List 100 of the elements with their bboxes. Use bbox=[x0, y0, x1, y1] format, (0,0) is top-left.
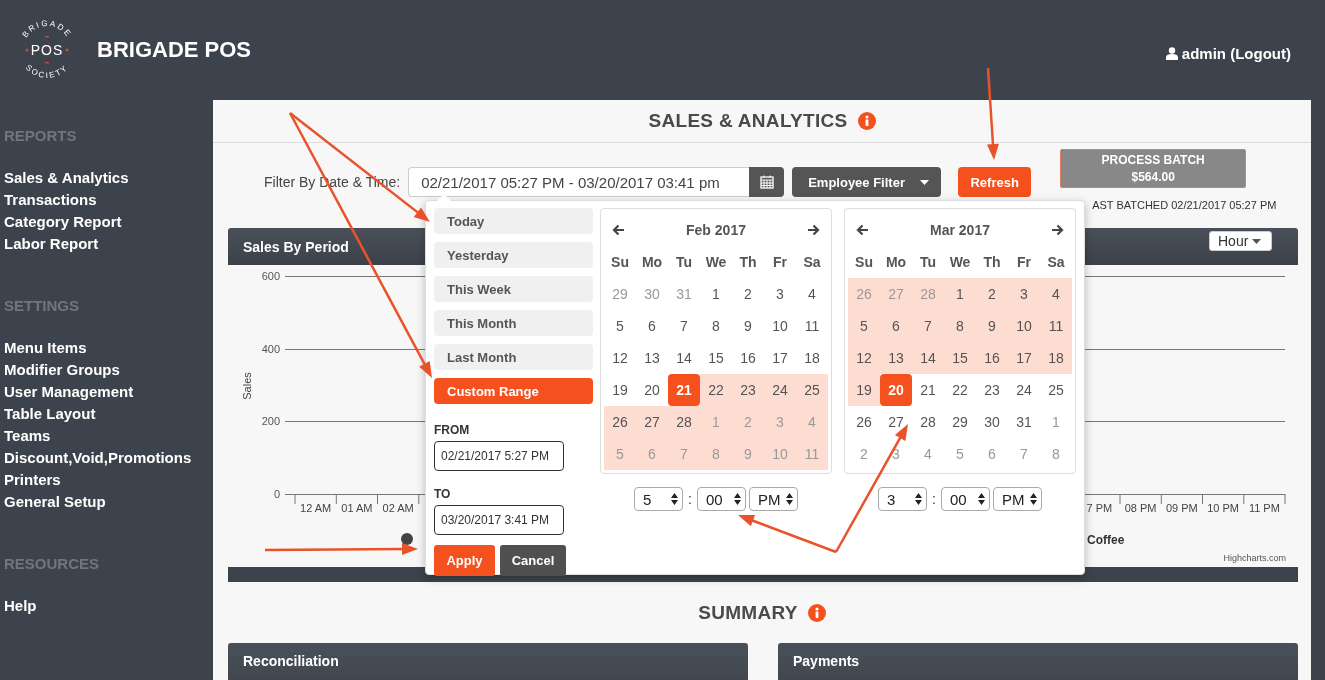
calendar-day[interactable]: 8 bbox=[700, 310, 732, 342]
sidebar-item[interactable]: Modifier Groups bbox=[4, 359, 120, 381]
range-option[interactable]: This Week bbox=[434, 276, 593, 302]
calendar-day[interactable]: 16 bbox=[976, 342, 1008, 374]
date-range-field[interactable]: 02/21/2017 05:27 PM - 03/20/2017 03:41 pm bbox=[408, 167, 750, 197]
calendar-day[interactable]: 26 bbox=[848, 406, 880, 438]
calendar-day[interactable]: 2 bbox=[732, 278, 764, 310]
apply-button[interactable]: Apply bbox=[434, 545, 495, 576]
calendar-day[interactable]: 14 bbox=[668, 342, 700, 374]
calendar-day[interactable]: 7 bbox=[668, 310, 700, 342]
calendar-day[interactable]: 4 bbox=[796, 278, 828, 310]
range-option[interactable]: Today bbox=[434, 208, 593, 234]
calendar-day[interactable]: 1 bbox=[700, 278, 732, 310]
from-date-field[interactable]: 02/21/2017 5:27 PM bbox=[434, 441, 564, 471]
calendar-day[interactable]: 15 bbox=[700, 342, 732, 374]
calendar-day[interactable]: 17 bbox=[764, 342, 796, 374]
calendar-day[interactable]: 20 bbox=[636, 374, 668, 406]
calendar-day[interactable]: 12 bbox=[848, 342, 880, 374]
hour-select[interactable]: 5 bbox=[634, 487, 684, 511]
calendar-day[interactable]: 12 bbox=[604, 342, 636, 374]
calendar-day[interactable]: 23 bbox=[732, 374, 764, 406]
calendar-day[interactable]: 27 bbox=[636, 406, 668, 438]
calendar-day[interactable]: 3 bbox=[764, 278, 796, 310]
info-icon[interactable] bbox=[807, 604, 826, 622]
calendar-day[interactable]: 19 bbox=[604, 374, 636, 406]
sidebar-item[interactable]: Sales & Analytics bbox=[4, 167, 129, 189]
sidebar-item[interactable]: Discount,Void,Promotions bbox=[4, 447, 192, 469]
range-option[interactable]: Yesterday bbox=[434, 242, 593, 268]
calendar-day[interactable]: 7 bbox=[912, 310, 944, 342]
legend-item[interactable]: Coffee bbox=[1087, 533, 1125, 547]
calendar-day[interactable]: 6 bbox=[636, 310, 668, 342]
calendar-day[interactable]: 8 bbox=[944, 310, 976, 342]
calendar-day[interactable]: 29 bbox=[944, 406, 976, 438]
calendar-day[interactable]: 6 bbox=[880, 310, 912, 342]
refresh-button[interactable]: Refresh bbox=[958, 167, 1032, 197]
minute-select[interactable]: 00 bbox=[940, 487, 990, 511]
calendar-day[interactable]: 18 bbox=[796, 342, 828, 374]
calendar-button[interactable] bbox=[749, 167, 785, 197]
calendar-day[interactable]: 28 bbox=[912, 406, 944, 438]
sidebar-item[interactable]: Help bbox=[4, 595, 37, 617]
range-option[interactable]: Last Month bbox=[434, 344, 593, 370]
calendar-day[interactable]: 25 bbox=[1040, 374, 1072, 406]
calendar-day[interactable]: 27 bbox=[880, 406, 912, 438]
sidebar-item[interactable]: Teams bbox=[4, 425, 51, 447]
calendar-day[interactable]: 5 bbox=[848, 310, 880, 342]
calendar-day[interactable]: 31 bbox=[1008, 406, 1040, 438]
to-date-field[interactable]: 03/20/2017 3:41 PM bbox=[434, 505, 564, 535]
calendar-day[interactable]: 17 bbox=[1008, 342, 1040, 374]
calendar-day[interactable]: 13 bbox=[636, 342, 668, 374]
sidebar-item[interactable]: Transactions bbox=[4, 189, 97, 211]
calendar-day[interactable]: 24 bbox=[1008, 374, 1040, 406]
calendar-day[interactable]: 9 bbox=[976, 310, 1008, 342]
process-batch-button[interactable]: PROCESS BATCH $564.00 bbox=[1060, 149, 1247, 188]
calendar-day[interactable]: 10 bbox=[764, 310, 796, 342]
chart-credit[interactable]: Highcharts.com bbox=[1223, 553, 1286, 563]
ampm-select[interactable]: PM bbox=[748, 487, 798, 511]
minute-select[interactable]: 00 bbox=[696, 487, 746, 511]
sidebar-item[interactable]: User Management bbox=[4, 381, 134, 403]
calendar-day[interactable]: 26 bbox=[604, 406, 636, 438]
arrow-right-icon[interactable] bbox=[1051, 224, 1064, 236]
interval-dropdown[interactable]: Hour bbox=[1209, 231, 1272, 251]
calendar-day[interactable]: 15 bbox=[944, 342, 976, 374]
calendar-day[interactable]: 5 bbox=[604, 310, 636, 342]
sidebar-item[interactable]: Labor Report bbox=[4, 233, 99, 255]
calendar-day[interactable]: 11 bbox=[1040, 310, 1072, 342]
sidebar-item[interactable]: General Setup bbox=[4, 491, 106, 513]
calendar-day[interactable]: 1 bbox=[944, 278, 976, 310]
calendar-day[interactable]: 25 bbox=[796, 374, 828, 406]
range-option[interactable]: This Month bbox=[434, 310, 593, 336]
calendar-day[interactable]: 24 bbox=[764, 374, 796, 406]
range-option[interactable]: Custom Range bbox=[434, 378, 593, 404]
calendar-day[interactable]: 11 bbox=[796, 310, 828, 342]
calendar-day[interactable]: 14 bbox=[912, 342, 944, 374]
logout-link[interactable]: admin (Logout) bbox=[1181, 44, 1291, 62]
calendar-day[interactable]: 21 bbox=[668, 374, 700, 406]
arrow-left-icon[interactable] bbox=[612, 224, 625, 236]
calendar-day[interactable]: 28 bbox=[668, 406, 700, 438]
ampm-select[interactable]: PM bbox=[992, 487, 1042, 511]
sidebar-item[interactable]: Table Layout bbox=[4, 403, 96, 425]
hour-select[interactable]: 3 bbox=[878, 487, 928, 511]
info-icon[interactable] bbox=[857, 112, 876, 130]
arrow-left-icon[interactable] bbox=[856, 224, 869, 236]
calendar-day[interactable]: 22 bbox=[944, 374, 976, 406]
calendar-day[interactable]: 22 bbox=[700, 374, 732, 406]
calendar-day[interactable]: 30 bbox=[976, 406, 1008, 438]
calendar-day[interactable]: 3 bbox=[1008, 278, 1040, 310]
calendar-day[interactable]: 23 bbox=[976, 374, 1008, 406]
calendar-day[interactable]: 16 bbox=[732, 342, 764, 374]
cancel-button[interactable]: Cancel bbox=[500, 545, 566, 576]
calendar-day[interactable]: 18 bbox=[1040, 342, 1072, 374]
calendar-day[interactable]: 2 bbox=[976, 278, 1008, 310]
sidebar-item[interactable]: Category Report bbox=[4, 211, 122, 233]
arrow-right-icon[interactable] bbox=[807, 224, 820, 236]
calendar-day[interactable]: 10 bbox=[1008, 310, 1040, 342]
calendar-day[interactable]: 9 bbox=[732, 310, 764, 342]
calendar-day[interactable]: 19 bbox=[848, 374, 880, 406]
sidebar-item[interactable]: Printers bbox=[4, 469, 61, 491]
employee-filter-dropdown[interactable]: Employee Filter bbox=[792, 167, 942, 197]
calendar-day[interactable]: 21 bbox=[912, 374, 944, 406]
calendar-day[interactable]: 4 bbox=[1040, 278, 1072, 310]
